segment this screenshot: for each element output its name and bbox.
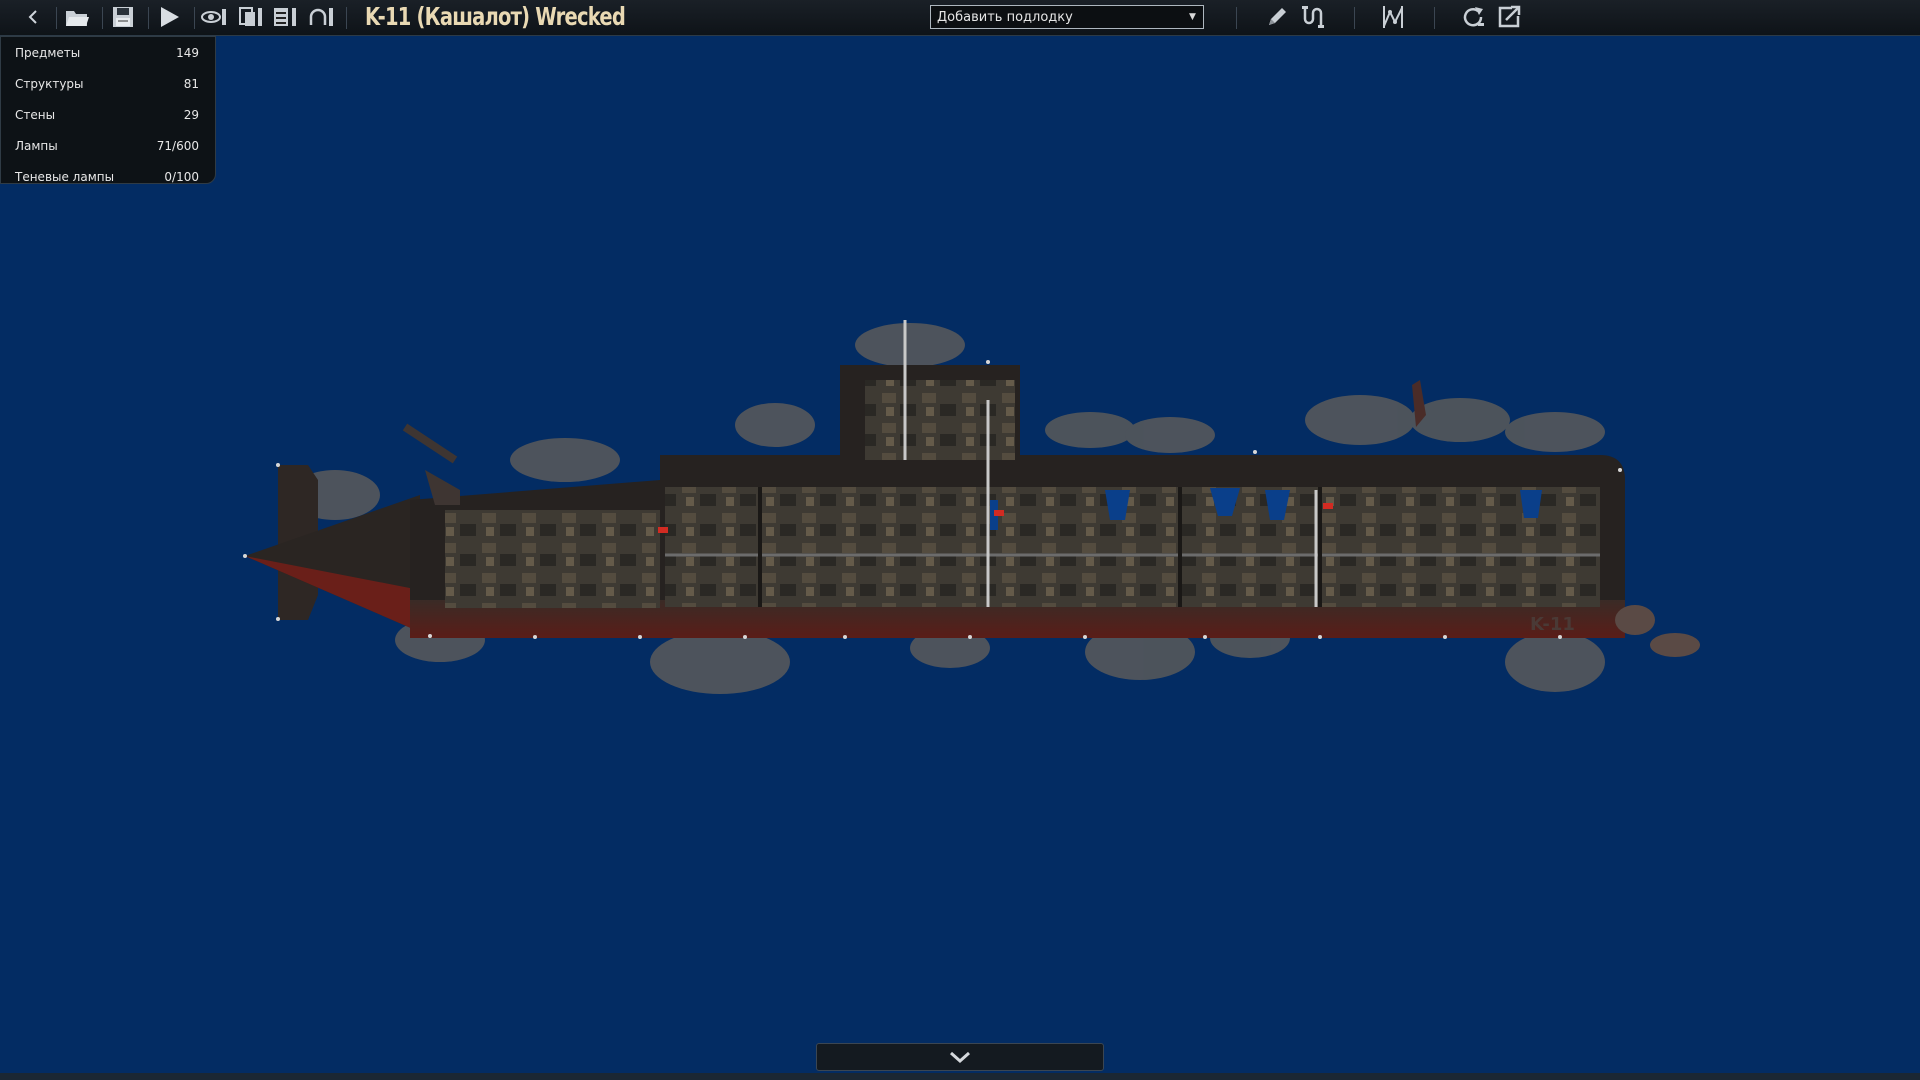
- floppy-disk-icon: [113, 7, 133, 27]
- folder-icon: [66, 11, 89, 26]
- pencil-icon: [1269, 8, 1286, 25]
- wiring-button[interactable]: [1298, 3, 1328, 31]
- add-submarine-dropdown[interactable]: Добавить подлодку ▼: [930, 5, 1204, 29]
- chevron-down-icon: [950, 1051, 970, 1064]
- wire-icon: [1302, 6, 1324, 28]
- waypoint-graph-icon: [1383, 6, 1403, 28]
- back-button[interactable]: [18, 3, 48, 31]
- save-button[interactable]: [108, 3, 138, 31]
- eye-icon: [201, 9, 226, 25]
- draw-button[interactable]: [1262, 3, 1292, 31]
- dropdown-selected-label: Добавить подлодку: [937, 9, 1073, 25]
- top-toolbar: K-11 (Кашалот) Wrecked Добавить подлодку…: [0, 0, 1920, 36]
- undo-icon: [309, 8, 333, 26]
- dropdown-caret-icon: ▼: [1189, 12, 1196, 22]
- submarine-sprite[interactable]: K-11: [0, 36, 1920, 1036]
- rotate-button[interactable]: [1459, 3, 1489, 31]
- rotate-icon: [1463, 7, 1484, 27]
- bottom-panel-toggle-button[interactable]: [816, 1043, 1104, 1071]
- waypoints-button[interactable]: [1378, 3, 1408, 31]
- test-button[interactable]: [154, 3, 184, 31]
- export-button[interactable]: [1494, 3, 1524, 31]
- editor-canvas[interactable]: K-11: [0, 36, 1920, 1066]
- undo-button[interactable]: [306, 3, 336, 31]
- hull-marking: K-11: [1530, 614, 1575, 635]
- export-icon: [1498, 5, 1521, 28]
- chevron-left-icon: [28, 10, 37, 24]
- propeller: [1615, 605, 1700, 657]
- open-button[interactable]: [62, 3, 92, 31]
- submarine-title: K-11 (Кашалот) Wrecked: [365, 2, 626, 31]
- entity-list-button[interactable]: [270, 3, 300, 31]
- bottom-panel-edge: [0, 1073, 1920, 1080]
- list-icon: [274, 8, 296, 26]
- layers-icon: [239, 7, 262, 26]
- play-icon: [161, 7, 179, 27]
- visibility-button[interactable]: [199, 3, 229, 31]
- layers-button[interactable]: [236, 3, 266, 31]
